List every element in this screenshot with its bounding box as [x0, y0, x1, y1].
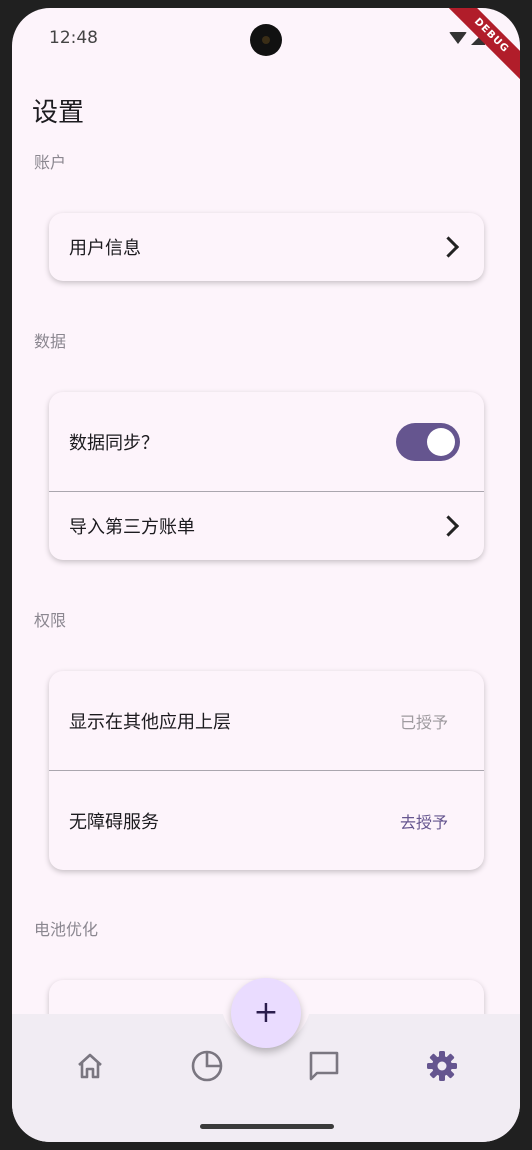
status-bar: 12:48 DEBUG — [12, 8, 520, 90]
debug-banner: DEBUG — [437, 8, 520, 90]
add-fab-button[interactable]: + — [231, 978, 301, 1048]
plus-icon: + — [253, 995, 279, 1030]
accessibility-grant-button[interactable]: 去授予 — [400, 809, 448, 833]
data-card: 数据同步？ 导入第三方账单 — [49, 392, 484, 560]
home-indicator — [200, 1124, 334, 1129]
user-info-row[interactable]: 用户信息 — [49, 213, 484, 281]
section-label-battery: 电池优化 — [34, 920, 99, 939]
toggle-knob — [427, 427, 455, 456]
home-icon — [78, 1053, 102, 1079]
front-camera — [250, 24, 282, 56]
import-bills-row[interactable]: 导入第三方账单 — [49, 492, 484, 560]
page-title: 设置 — [32, 98, 85, 128]
phone-screen: 12:48 DEBUG 设置 账户 用户信息 数据 数据同步？ 导入第三方账单 — [12, 8, 520, 1142]
section-label-account: 账户 — [34, 153, 67, 172]
overlay-granted-status: 已授予 — [399, 712, 448, 732]
settings-gear-icon — [427, 1051, 457, 1081]
overlay-permission-label: 显示在其他应用上层 — [69, 711, 231, 733]
nav-settings[interactable] — [422, 1046, 462, 1086]
chevron-right-icon — [437, 236, 460, 258]
accessibility-service-label: 无障碍服务 — [69, 811, 159, 833]
account-card: 用户信息 — [49, 213, 484, 281]
nav-home[interactable] — [70, 1046, 110, 1086]
chat-icon — [309, 1051, 339, 1081]
status-time: 12:48 — [49, 28, 98, 48]
accessibility-service-row: 无障碍服务 去授予 — [49, 771, 484, 870]
section-label-permissions: 权限 — [34, 611, 67, 630]
wifi-icon — [449, 31, 467, 44]
nav-statistics[interactable] — [187, 1046, 227, 1086]
user-info-label: 用户信息 — [69, 238, 141, 259]
permissions-card: 显示在其他应用上层 已授予 无障碍服务 去授予 — [49, 671, 484, 870]
overlay-permission-row: 显示在其他应用上层 已授予 — [49, 671, 484, 770]
data-sync-label: 数据同步？ — [69, 432, 159, 454]
import-bills-label: 导入第三方账单 — [69, 517, 195, 538]
chevron-right-icon — [437, 515, 460, 537]
section-label-data: 数据 — [34, 332, 67, 351]
pie-chart-icon — [191, 1050, 223, 1082]
nav-messages[interactable] — [304, 1046, 344, 1086]
data-sync-toggle[interactable] — [396, 422, 460, 461]
data-sync-row: 数据同步？ — [49, 392, 484, 491]
